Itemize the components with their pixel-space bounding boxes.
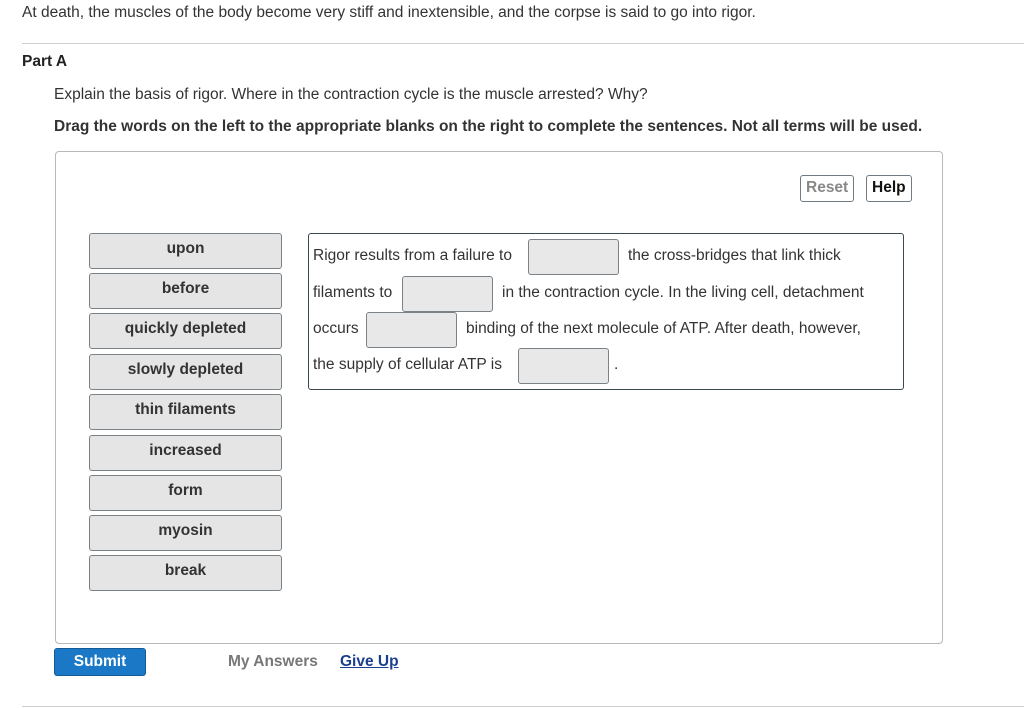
term-upon[interactable]: upon [89, 233, 282, 269]
drop-blank-1[interactable] [528, 239, 619, 275]
my-answers-link[interactable]: My Answers [228, 653, 318, 671]
sentence-text: Rigor results from a failure to [313, 247, 512, 264]
drop-blank-2[interactable] [402, 276, 493, 312]
term-thin-filaments[interactable]: thin filaments [89, 394, 282, 430]
sentence-text: in the contraction cycle. In the living … [502, 284, 864, 301]
sentence-text: . [614, 356, 619, 373]
reset-button[interactable]: Reset [800, 175, 855, 202]
part-title: Part A [22, 53, 68, 70]
question-text: Explain the basis of rigor. Where in the… [54, 86, 648, 103]
drop-blank-3[interactable] [366, 312, 457, 348]
sentence-text: the cross-bridges that link thick [628, 247, 841, 264]
problem-intro: At death, the muscles of the body become… [22, 4, 756, 21]
sentence-text: occurs [313, 320, 359, 337]
submit-button[interactable]: Submit [54, 648, 146, 676]
term-quickly-depleted[interactable]: quickly depleted [89, 313, 282, 349]
term-myosin[interactable]: myosin [89, 515, 282, 551]
term-increased[interactable]: increased [89, 435, 282, 471]
term-break[interactable]: break [89, 555, 282, 591]
sentence-text: binding of the next molecule of ATP. Aft… [466, 320, 861, 337]
sentence-text: filaments to [313, 284, 393, 301]
term-before[interactable]: before [89, 273, 282, 309]
drop-blank-4[interactable] [518, 348, 609, 384]
give-up-link[interactable]: Give Up [340, 653, 399, 671]
term-slowly-depleted[interactable]: slowly depleted [89, 354, 282, 390]
instructions: Drag the words on the left to the approp… [54, 118, 923, 135]
sentence-text: the supply of cellular ATP is [313, 356, 502, 373]
help-button[interactable]: Help [866, 175, 912, 202]
divider [22, 43, 1024, 44]
term-form[interactable]: form [89, 475, 282, 511]
divider [22, 706, 1024, 707]
